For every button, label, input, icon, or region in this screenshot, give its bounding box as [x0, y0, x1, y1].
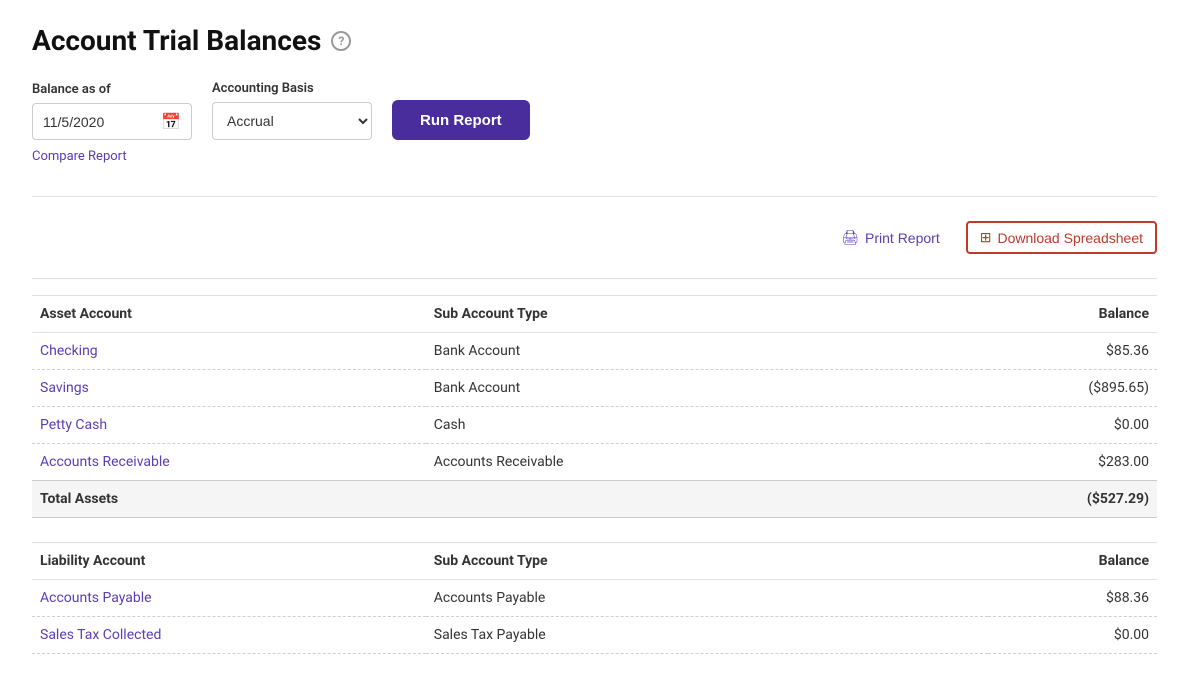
liability-balance-cell: $0.00 [988, 617, 1157, 654]
liability-account-link[interactable]: Sales Tax Collected [40, 627, 161, 643]
section-spacer [32, 518, 1157, 542]
total-assets-row: Total Assets ($527.29) [32, 481, 1157, 518]
total-assets-subtype [426, 481, 989, 518]
liability-table-header-row: Liability Account Sub Account Type Balan… [32, 543, 1157, 580]
asset-subtype-header: Sub Account Type [426, 296, 989, 333]
download-spreadsheet-button[interactable]: ⊞ Download Spreadsheet [966, 221, 1157, 254]
print-label: Print Report [865, 230, 940, 246]
divider-2 [32, 278, 1157, 279]
table-row: Checking Bank Account $85.36 [32, 333, 1157, 370]
spreadsheet-icon: ⊞ [980, 229, 992, 246]
actions-row: 🖨 Print Report ⊞ Download Spreadsheet [32, 213, 1157, 262]
table-row: Accounts Receivable Accounts Receivable … [32, 444, 1157, 481]
asset-subtype-cell: Cash [426, 407, 989, 444]
controls-row: Balance as of 📅 Accounting Basis Accrual… [32, 81, 1157, 140]
liability-balance-header: Balance [988, 543, 1157, 580]
asset-account-header: Asset Account [32, 296, 426, 333]
asset-subtype-cell: Accounts Receivable [426, 444, 989, 481]
asset-account-link[interactable]: Checking [40, 343, 98, 359]
title-row: Account Trial Balances ? [32, 24, 1157, 57]
print-report-button[interactable]: 🖨 Print Report [831, 223, 949, 252]
liability-subtype-header: Sub Account Type [426, 543, 989, 580]
total-assets-label: Total Assets [32, 481, 426, 518]
table-row: Sales Tax Collected Sales Tax Payable $0… [32, 617, 1157, 654]
liability-subtype-cell: Accounts Payable [426, 580, 989, 617]
download-label: Download Spreadsheet [997, 230, 1143, 246]
liability-table: Liability Account Sub Account Type Balan… [32, 542, 1157, 654]
table-row: Savings Bank Account ($895.65) [32, 370, 1157, 407]
asset-account-link[interactable]: Savings [40, 380, 89, 396]
run-report-button[interactable]: Run Report [392, 100, 530, 140]
balance-as-of-label: Balance as of [32, 82, 192, 97]
calendar-icon[interactable]: 📅 [161, 112, 181, 131]
table-row: Accounts Payable Accounts Payable $88.36 [32, 580, 1157, 617]
page-title: Account Trial Balances [32, 24, 321, 57]
asset-account-link[interactable]: Accounts Receivable [40, 454, 170, 470]
accounting-basis-select[interactable]: Accrual Cash [212, 102, 372, 140]
date-input-wrapper: 📅 [32, 103, 192, 140]
asset-table: Asset Account Sub Account Type Balance C… [32, 295, 1157, 518]
asset-subtype-cell: Bank Account [426, 333, 989, 370]
total-assets-value: ($527.29) [988, 481, 1157, 518]
asset-balance-cell: $85.36 [988, 333, 1157, 370]
liability-account-header: Liability Account [32, 543, 426, 580]
liability-account-link[interactable]: Accounts Payable [40, 590, 152, 606]
table-row: Petty Cash Cash $0.00 [32, 407, 1157, 444]
liability-balance-cell: $88.36 [988, 580, 1157, 617]
asset-account-link[interactable]: Petty Cash [40, 417, 107, 433]
balance-as-of-group: Balance as of 📅 [32, 82, 192, 140]
accounting-basis-group: Accounting Basis Accrual Cash [212, 81, 372, 140]
date-input[interactable] [43, 114, 153, 130]
printer-icon: 🖨 [841, 229, 859, 246]
accounting-basis-label: Accounting Basis [212, 81, 372, 96]
asset-balance-header: Balance [988, 296, 1157, 333]
asset-table-header-row: Asset Account Sub Account Type Balance [32, 296, 1157, 333]
page-container: Account Trial Balances ? Balance as of 📅… [0, 0, 1189, 678]
compare-report-link[interactable]: Compare Report [32, 149, 127, 164]
liability-subtype-cell: Sales Tax Payable [426, 617, 989, 654]
asset-balance-cell: $283.00 [988, 444, 1157, 481]
asset-balance-cell: ($895.65) [988, 370, 1157, 407]
asset-subtype-cell: Bank Account [426, 370, 989, 407]
divider-1 [32, 196, 1157, 197]
asset-balance-cell: $0.00 [988, 407, 1157, 444]
help-icon[interactable]: ? [331, 31, 351, 51]
